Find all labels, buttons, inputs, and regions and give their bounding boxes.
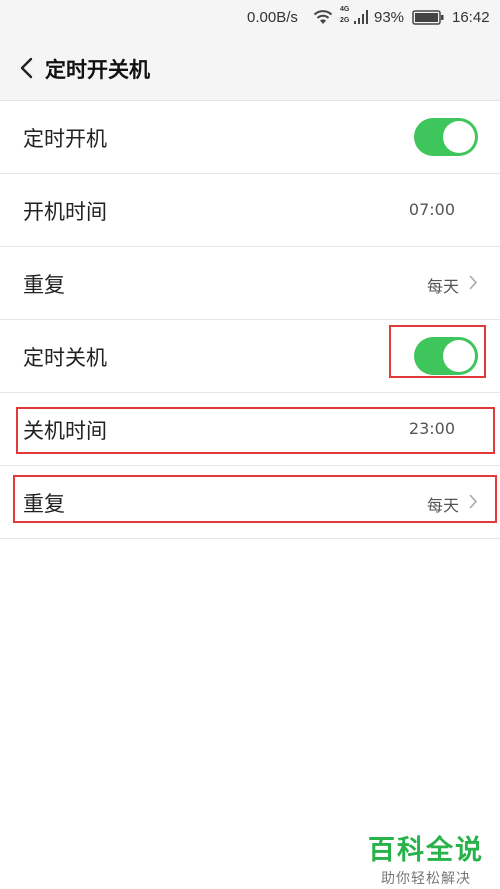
signal-icon: [354, 10, 368, 24]
page-title: 定时开关机: [45, 58, 150, 82]
app-header: 定时开关机: [0, 36, 500, 101]
watermark-subtitle: 助你轻松解决: [381, 871, 471, 887]
status-bar: 0.00B/s 4G 2G 93% 16:42: [0, 0, 500, 36]
back-chevron-icon[interactable]: [16, 56, 38, 80]
clock: 16:42: [452, 9, 490, 26]
toggle-knob: [443, 121, 475, 153]
signal-4g-label: 4G: [340, 6, 350, 13]
row-label: 开机时间: [23, 200, 107, 224]
row-power-on-time[interactable]: 开机时间 07:00: [0, 174, 500, 247]
power-on-time-value: 07:00: [408, 200, 455, 219]
row-label: 定时关机: [23, 346, 107, 370]
battery-percent: 93%: [374, 9, 405, 26]
highlight-box-repeat: [13, 475, 497, 523]
settings-list: 定时开机 开机时间 07:00 重复 每天 定时关机 关机时间 23:00 重复…: [0, 101, 500, 539]
row-power-on-repeat[interactable]: 重复 每天: [0, 247, 500, 320]
watermark-title: 百科全说: [368, 835, 484, 866]
watermark-logo: 百科全说 助你轻松解决: [368, 828, 484, 888]
row-label: 重复: [23, 273, 65, 297]
wifi-icon: [313, 10, 333, 24]
row-scheduled-power-on[interactable]: 定时开机: [0, 101, 500, 174]
battery-icon: [412, 10, 444, 25]
highlight-box-toggle: [389, 325, 486, 378]
row-label: 定时开机: [23, 127, 107, 151]
signal-2g-label: 2G: [340, 17, 350, 24]
highlight-box-time: [16, 407, 495, 454]
chevron-right-icon: [469, 275, 478, 290]
power-on-toggle[interactable]: [414, 118, 478, 156]
repeat-value: 每天: [426, 277, 459, 296]
network-speed: 0.00B/s: [247, 9, 298, 26]
